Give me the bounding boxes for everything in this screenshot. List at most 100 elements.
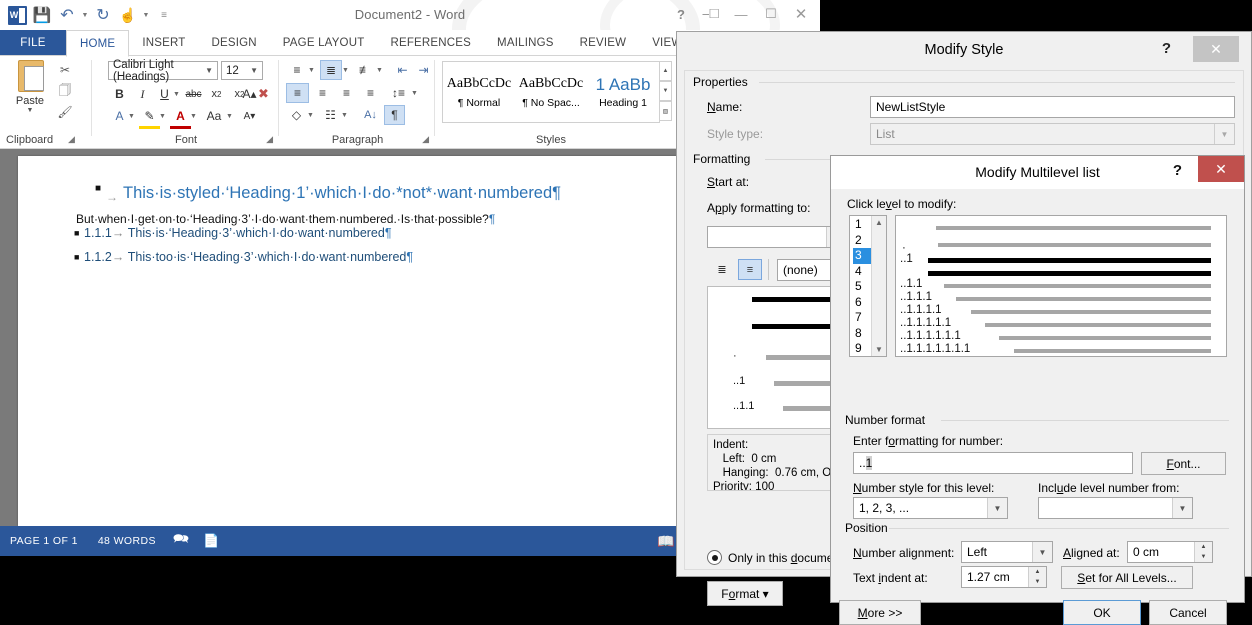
aligned-at-spinner-buttons[interactable]: ▲ ▼ — [1194, 542, 1212, 562]
ribbon-display-options-icon[interactable]: ⎯☐ — [696, 2, 726, 26]
styles-scroll-down-icon[interactable]: ▼ — [659, 81, 672, 101]
level-list-box[interactable]: 1 2 3 4 5 6 7 8 9 ▲ ▼ — [849, 215, 887, 357]
line-spacing-icon[interactable]: ↕≡ — [388, 83, 409, 103]
tab-page-layout[interactable]: PAGE LAYOUT — [270, 30, 378, 56]
text-highlight-dropdown-icon[interactable]: ▼ — [158, 106, 167, 126]
aligned-at-spinner[interactable]: 0 cm ▲ ▼ — [1127, 541, 1213, 563]
align-left-button[interactable]: ≡ — [286, 83, 309, 103]
text-indent-spinner-buttons[interactable]: ▲ ▼ — [1028, 567, 1046, 587]
tab-file[interactable]: FILE — [0, 30, 66, 56]
only-in-this-document-radio[interactable]: Only in this document — [707, 550, 843, 565]
tab-mailings[interactable]: MAILINGS — [484, 30, 567, 56]
number-style-chevron-down-icon[interactable]: ▼ — [987, 498, 1007, 518]
status-page-number[interactable]: PAGE 1 OF 1 — [0, 535, 88, 547]
include-level-number-from-combo[interactable]: ▼ — [1038, 497, 1193, 519]
cancel-button[interactable]: Cancel — [1149, 600, 1227, 625]
bullets-dropdown-icon[interactable]: ▼ — [307, 60, 316, 80]
close-icon[interactable]: ✕ — [1193, 36, 1239, 62]
more-button[interactable]: More >> — [839, 600, 921, 625]
restore-icon[interactable]: ☐ — [756, 2, 786, 26]
include-level-chevron-down-icon[interactable]: ▼ — [1172, 498, 1192, 518]
text-indent-increment-icon[interactable]: ▲ — [1029, 567, 1046, 577]
enter-formatting-for-number-input[interactable]: .. 1 — [853, 452, 1133, 474]
cut-icon[interactable]: ✂ — [56, 61, 74, 79]
change-case-icon[interactable]: Aa — [201, 106, 227, 126]
format-button[interactable]: Format ▾ — [707, 581, 783, 606]
level-item-1[interactable]: 1 — [853, 217, 871, 233]
text-indent-decrement-icon[interactable]: ▼ — [1029, 577, 1046, 587]
tab-review[interactable]: REVIEW — [567, 30, 640, 56]
justify-button[interactable]: ≡ — [359, 83, 382, 103]
scroll-up-icon[interactable]: ▲ — [875, 218, 883, 227]
ok-button[interactable]: OK — [1063, 600, 1141, 625]
minimize-icon[interactable]: — — [726, 2, 756, 26]
shrink-font-icon[interactable]: A▾ — [239, 106, 260, 126]
bold-button[interactable]: B — [109, 84, 130, 104]
font-size-combo[interactable]: 12 ▼ — [221, 61, 263, 80]
help-icon[interactable]: ? — [666, 2, 696, 26]
increase-indent-icon[interactable]: ⇥ — [413, 60, 434, 80]
font-button[interactable]: Font... — [1141, 452, 1226, 475]
help-icon[interactable]: ? — [1173, 162, 1182, 179]
align-right-button[interactable]: ≡ — [335, 83, 358, 103]
multilevel-list-dropdown-icon[interactable]: ▼ — [375, 60, 384, 80]
level-item-4[interactable]: 4 — [853, 264, 871, 280]
bulleted-list-button[interactable]: ≡ — [738, 259, 762, 280]
close-icon[interactable]: ✕ — [1198, 156, 1244, 182]
styles-gallery-scroll[interactable]: ▲ ▼ ▧ — [659, 61, 672, 121]
level-list-scrollbar[interactable]: ▲ ▼ — [871, 216, 886, 356]
numbering-dropdown-icon[interactable]: ▼ — [341, 60, 350, 80]
show-formatting-marks-button[interactable]: ¶ — [384, 105, 405, 125]
aligned-at-increment-icon[interactable]: ▲ — [1195, 542, 1212, 552]
tab-home[interactable]: HOME — [66, 30, 130, 57]
set-for-all-levels-button[interactable]: Set for All Levels... — [1061, 566, 1193, 589]
bullets-button[interactable]: ≡ — [286, 60, 308, 80]
strikethrough-button[interactable]: abc — [183, 84, 204, 104]
borders-icon[interactable]: ☷ — [320, 105, 341, 125]
align-center-button[interactable]: ≡ — [311, 83, 334, 103]
text-highlight-color-icon[interactable]: ✎ — [139, 106, 160, 129]
number-alignment-chevron-down-icon[interactable]: ▼ — [1032, 542, 1052, 562]
underline-dropdown-icon[interactable]: ▼ — [172, 84, 181, 104]
numbering-button[interactable]: ≣ — [320, 60, 342, 80]
italic-button[interactable]: I — [132, 84, 153, 104]
numbered-list-button[interactable]: ≣ — [710, 259, 734, 280]
styles-scroll-up-icon[interactable]: ▲ — [659, 61, 672, 81]
level-item-8[interactable]: 8 — [853, 326, 871, 342]
font-size-chevron-down-icon[interactable]: ▼ — [246, 66, 262, 75]
paragraph-dialog-launcher-icon[interactable]: ◢ — [422, 134, 429, 145]
number-alignment-combo[interactable]: Left ▼ — [961, 541, 1053, 563]
styles-more-icon[interactable]: ▧ — [659, 101, 672, 121]
level-item-7[interactable]: 7 — [853, 310, 871, 326]
change-case-dropdown-icon[interactable]: ▼ — [225, 106, 234, 126]
style-item-no-spacing[interactable]: AaBbCcDc ¶ No Spac... — [515, 62, 587, 122]
close-icon[interactable]: ✕ — [786, 2, 816, 26]
style-name-input[interactable]: NewListStyle — [870, 96, 1235, 118]
tab-insert[interactable]: INSERT — [129, 30, 198, 56]
style-item-normal[interactable]: AaBbCcDc ¶ Normal — [443, 62, 515, 122]
font-dialog-launcher-icon[interactable]: ◢ — [266, 134, 273, 145]
font-color-icon[interactable]: A — [170, 106, 191, 129]
multilevel-list-button[interactable]: ≢ — [354, 60, 376, 80]
status-word-count[interactable]: 48 WORDS — [88, 535, 166, 547]
number-style-combo[interactable]: 1, 2, 3, ... ▼ — [853, 497, 1008, 519]
level-item-6[interactable]: 6 — [853, 295, 871, 311]
subscript-button[interactable]: x2 — [206, 84, 227, 104]
tab-design[interactable]: DESIGN — [198, 30, 269, 56]
decrease-indent-icon[interactable]: ⇤ — [392, 60, 413, 80]
borders-dropdown-icon[interactable]: ▼ — [340, 105, 349, 125]
line-spacing-dropdown-icon[interactable]: ▼ — [410, 83, 419, 103]
format-painter-icon[interactable]: 🖌 — [56, 103, 74, 121]
level-item-5[interactable]: 5 — [853, 279, 871, 295]
language-icon[interactable]: 📄 — [196, 533, 226, 549]
help-icon[interactable]: ? — [1162, 40, 1171, 57]
shading-icon[interactable]: ◇ — [286, 105, 307, 125]
level-item-9[interactable]: 9 — [853, 341, 871, 357]
document-page[interactable]: ■ → This·is·styled·‘Heading·1’·which·I·d… — [18, 156, 678, 526]
grow-font-icon[interactable]: A▴ — [239, 84, 260, 104]
copy-icon[interactable]: 🗍 — [56, 82, 74, 100]
paste-button[interactable]: Paste ▼ — [8, 60, 52, 114]
sort-icon[interactable]: A↓ — [360, 105, 381, 125]
shading-dropdown-icon[interactable]: ▼ — [306, 105, 315, 125]
clipboard-dialog-launcher-icon[interactable]: ◢ — [68, 134, 75, 145]
